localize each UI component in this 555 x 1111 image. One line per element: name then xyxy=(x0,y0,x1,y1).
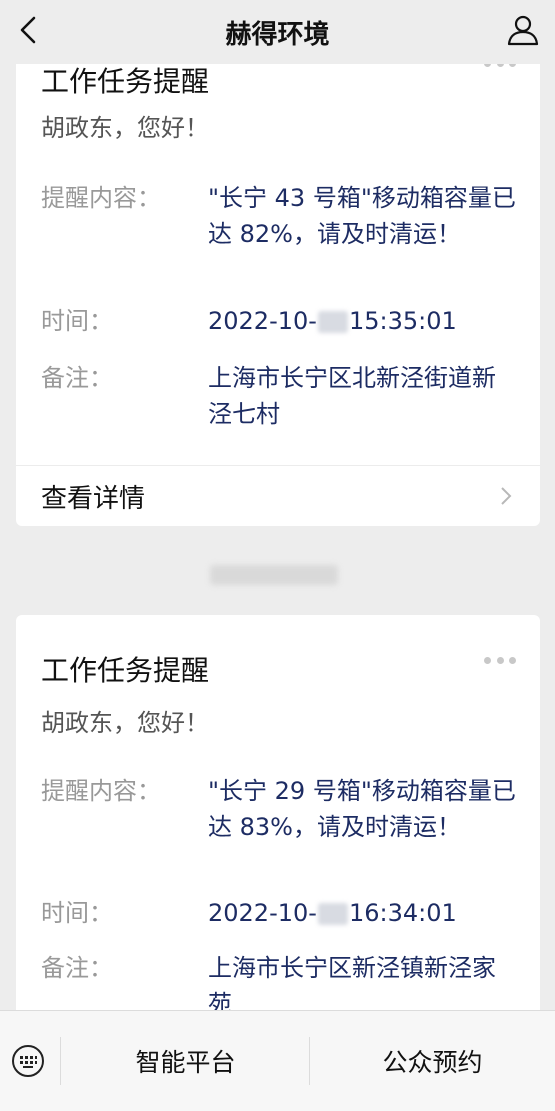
time-value: 2022-10- 16:34:01 xyxy=(208,895,518,931)
keyboard-icon xyxy=(10,1045,46,1083)
redacted-blur xyxy=(317,903,348,925)
title-bar: 赫得环境 xyxy=(0,0,555,64)
note-value: 上海市长宁区北新泾街道新泾七村 xyxy=(208,364,496,428)
user-icon xyxy=(506,13,540,51)
profile-button[interactable] xyxy=(503,12,543,52)
message-feed[interactable]: 工作任务提醒 胡政东，您好！ 提醒内容： "长宁 43 号箱"移动箱容量已达 8… xyxy=(0,0,555,1010)
redacted-blur xyxy=(317,311,348,333)
menu-item-public-booking[interactable]: 公众预约 xyxy=(310,1011,555,1111)
time-date: 2022-10- xyxy=(208,307,317,335)
message-card: 工作任务提醒 胡政东，您好！ 提醒内容： "长宁 29 号箱"移动箱容量已达 8… xyxy=(16,615,540,1010)
note-label: 备注： xyxy=(41,954,113,982)
message-card: 工作任务提醒 胡政东，您好！ 提醒内容： "长宁 43 号箱"移动箱容量已达 8… xyxy=(16,40,540,526)
card-title: 工作任务提醒 xyxy=(41,65,210,98)
view-details-link[interactable]: 查看详情 xyxy=(16,466,540,526)
more-icon[interactable] xyxy=(484,655,516,665)
time-label: 时间： xyxy=(41,899,113,927)
time-label: 时间： xyxy=(41,307,113,335)
content-label: 提醒内容： xyxy=(41,184,161,212)
menu-item-smart-platform[interactable]: 智能平台 xyxy=(62,1011,309,1111)
chevron-right-icon xyxy=(500,486,512,510)
time-date: 2022-10- xyxy=(208,899,317,927)
card-greeting: 胡政东，您好！ xyxy=(41,709,209,737)
content-label: 提醒内容： xyxy=(41,777,161,805)
menu-divider xyxy=(60,1037,61,1085)
time-clock: 15:35:01 xyxy=(348,307,457,335)
view-details-label: 查看详情 xyxy=(41,484,146,514)
bottom-menu-bar: 智能平台 公众预约 xyxy=(0,1010,555,1111)
back-button[interactable] xyxy=(8,12,48,52)
card-title: 工作任务提醒 xyxy=(41,654,210,687)
page-title: 赫得环境 xyxy=(225,19,330,50)
time-value: 2022-10- 15:35:01 xyxy=(208,303,518,339)
card-greeting: 胡政东，您好！ xyxy=(41,114,209,142)
chevron-left-icon xyxy=(17,15,39,49)
content-value: "长宁 29 号箱"移动箱容量已达 83%，请及时清运！ xyxy=(208,777,516,841)
content-value: "长宁 43 号箱"移动箱容量已达 82%，请及时清运！ xyxy=(208,184,516,248)
note-label: 备注： xyxy=(41,364,113,392)
note-value: 上海市长宁区新泾镇新泾家苑 xyxy=(208,954,496,1010)
keyboard-toggle-button[interactable] xyxy=(10,1043,46,1079)
time-clock: 16:34:01 xyxy=(348,899,457,927)
redacted-timestamp xyxy=(210,565,338,585)
